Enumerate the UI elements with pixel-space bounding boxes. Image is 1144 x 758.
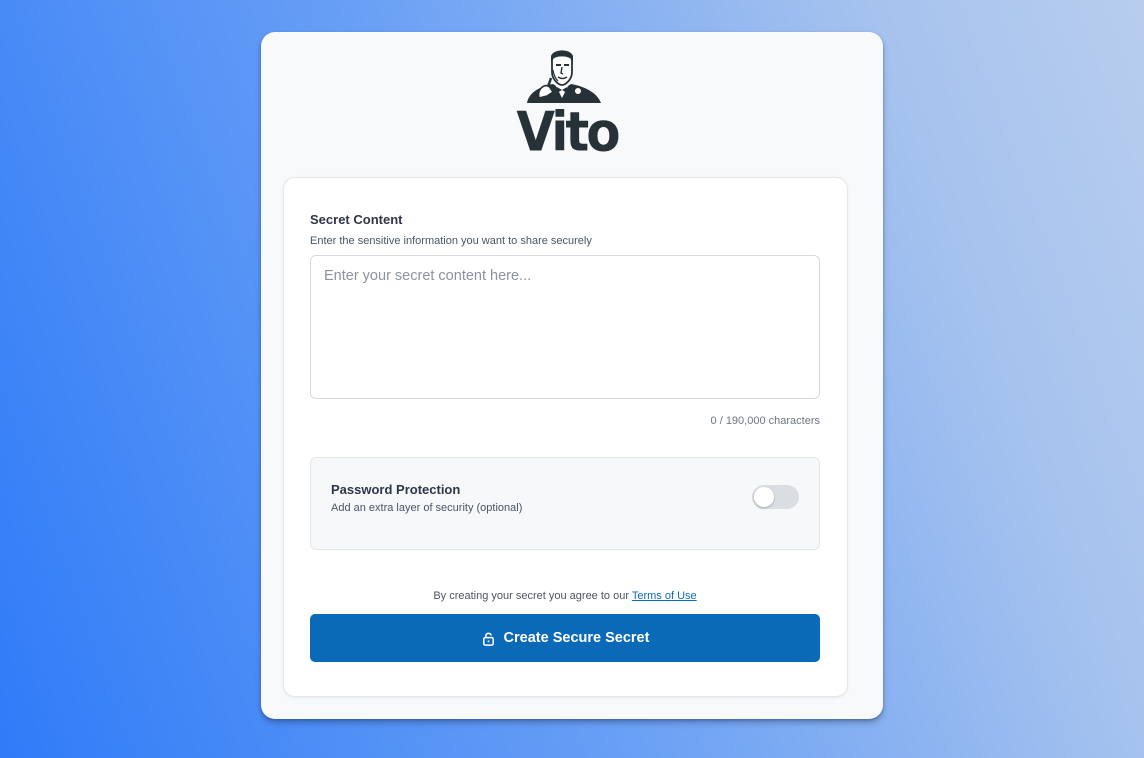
vito-logo: Vito [515, 48, 621, 164]
lock-icon [482, 632, 494, 646]
toggle-knob [754, 487, 774, 507]
create-secure-secret-label: Create Secure Secret [503, 630, 650, 646]
create-secure-secret-button[interactable]: Create Secure Secret [310, 614, 820, 662]
password-protection-title: Password Protection [331, 482, 461, 497]
secret-content-textarea[interactable] [310, 255, 820, 399]
secret-content-label: Secret Content [310, 212, 403, 227]
terms-of-use-link[interactable]: Terms of Use [632, 590, 697, 602]
terms-prefix: By creating your secret you agree to our [433, 590, 629, 602]
brand-wordmark: Vito [516, 100, 620, 164]
godfather-figure-icon [527, 50, 601, 103]
password-protection-subtitle: Add an extra layer of security (optional… [331, 502, 523, 514]
password-protection-toggle[interactable] [752, 485, 799, 509]
secret-content-help: Enter the sensitive information you want… [310, 235, 592, 247]
terms-notice: By creating your secret you agree to our… [310, 590, 820, 602]
character-counter: 0 / 190,000 characters [710, 415, 820, 427]
